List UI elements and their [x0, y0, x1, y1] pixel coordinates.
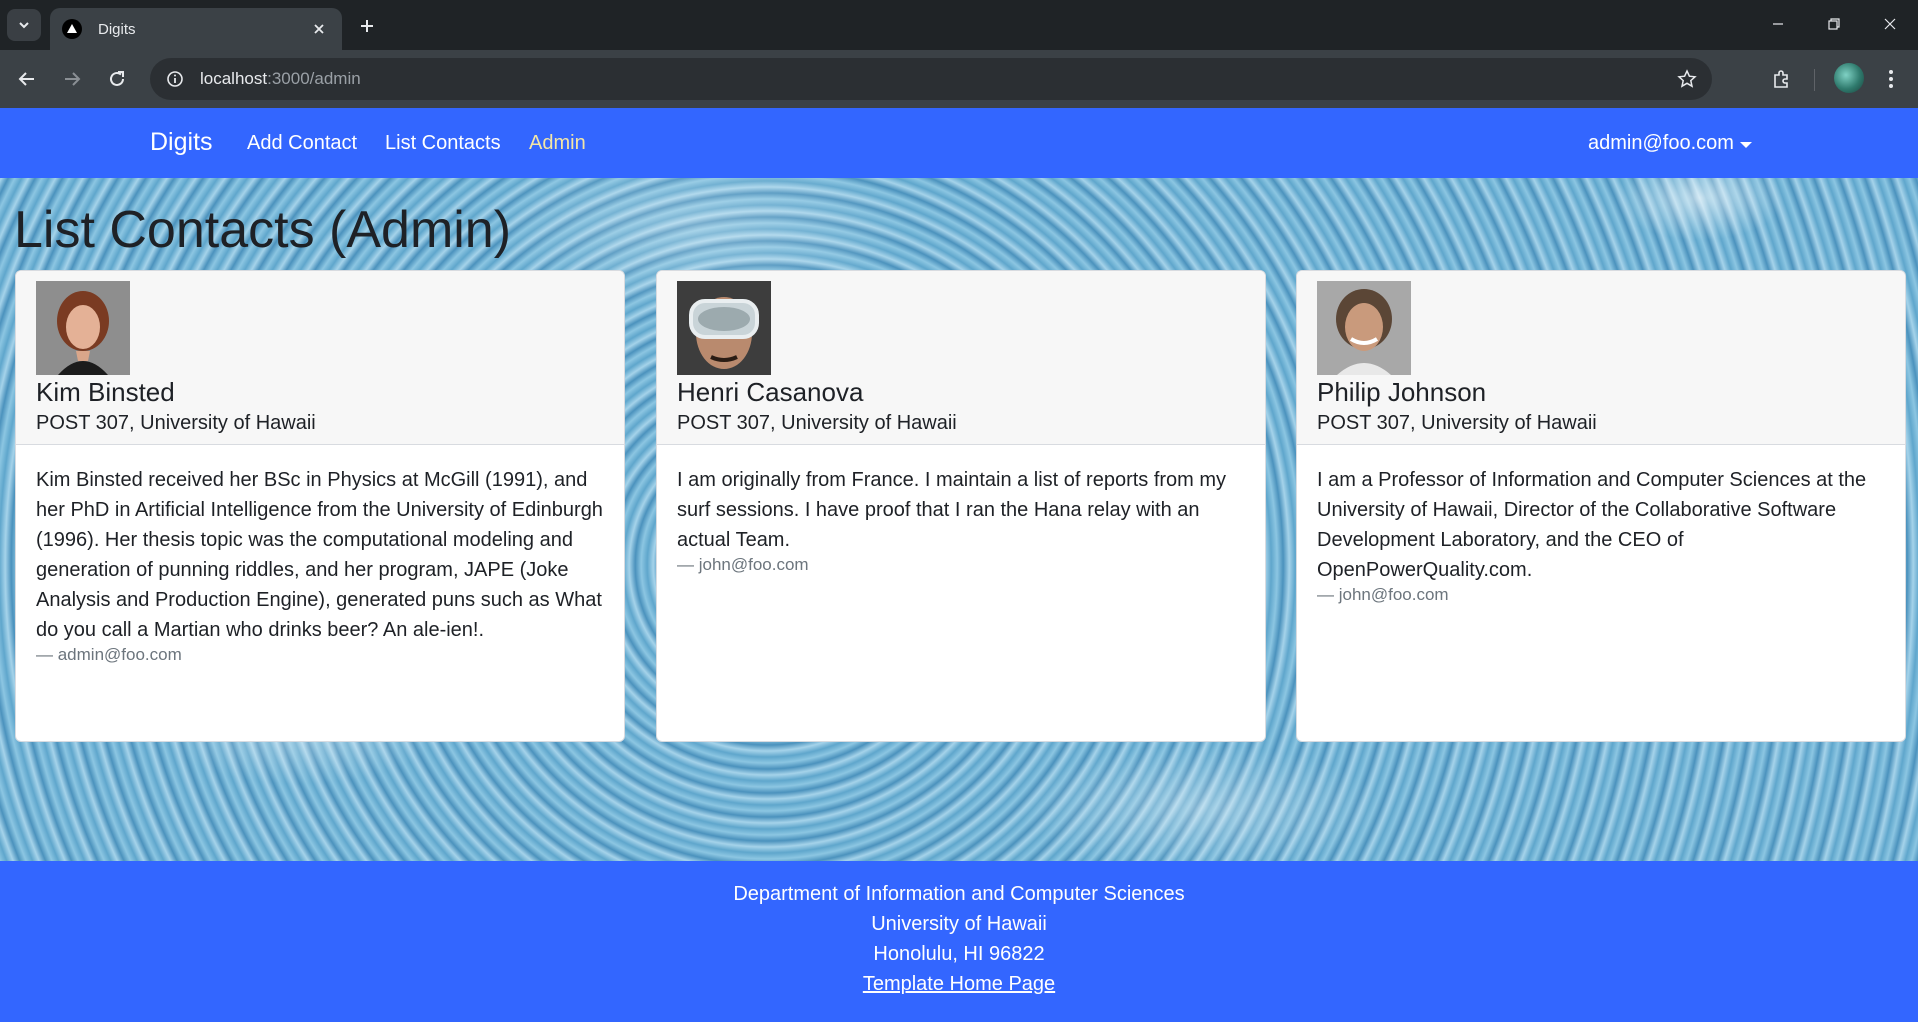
- toolbar-divider: [1814, 69, 1815, 91]
- address-bar[interactable]: localhost:3000/admin: [150, 58, 1712, 100]
- forward-arrow-icon[interactable]: [55, 62, 89, 96]
- url-path: :3000/admin: [267, 69, 361, 88]
- profile-avatar[interactable]: [1834, 63, 1864, 93]
- browser-tab[interactable]: Digits: [50, 8, 342, 50]
- triangle-logo-icon: [62, 19, 82, 39]
- footer-location: Honolulu, HI 96822: [873, 943, 1045, 965]
- brand-link[interactable]: Digits: [150, 128, 213, 157]
- contact-description: Kim Binsted received her BSc in Physics …: [36, 469, 603, 641]
- tab-search-button[interactable]: [7, 9, 41, 41]
- contact-card: Kim Binsted POST 307, University of Hawa…: [15, 270, 625, 742]
- page-viewport: Digits Add Contact List Contacts Admin a…: [0, 108, 1918, 1022]
- browser-toolbar: localhost:3000/admin: [0, 50, 1918, 108]
- contact-name: Henri Casanova: [677, 377, 864, 407]
- contact-address: POST 307, University of Hawaii: [677, 412, 957, 434]
- card-header: Henri Casanova POST 307, University of H…: [657, 271, 1265, 445]
- new-tab-icon[interactable]: [352, 11, 382, 41]
- site-info-icon[interactable]: [164, 68, 186, 90]
- browser-tab-bar: Digits: [0, 0, 1918, 50]
- nav-list-contacts[interactable]: List Contacts: [385, 132, 501, 155]
- contact-owner: — john@foo.com: [677, 555, 809, 574]
- card-body: I am originally from France. I maintain …: [657, 445, 1265, 575]
- page-footer: Department of Information and Computer S…: [0, 861, 1918, 1022]
- contact-address: POST 307, University of Hawaii: [1317, 412, 1597, 434]
- card-body: I am a Professor of Information and Comp…: [1297, 445, 1905, 605]
- contact-address: POST 307, University of Hawaii: [36, 412, 316, 434]
- user-email: admin@foo.com: [1588, 132, 1734, 154]
- card-header: Kim Binsted POST 307, University of Hawa…: [16, 271, 624, 445]
- more-menu-icon[interactable]: [1876, 62, 1906, 96]
- avatar: [1317, 281, 1411, 375]
- template-home-link[interactable]: Template Home Page: [863, 973, 1055, 995]
- tab-title: Digits: [98, 20, 136, 38]
- avatar: [677, 281, 771, 375]
- contact-name: Philip Johnson: [1317, 377, 1487, 407]
- restore-icon[interactable]: [1814, 8, 1854, 40]
- url-host: localhost: [200, 69, 268, 88]
- extensions-puzzle-icon[interactable]: [1764, 62, 1798, 96]
- contact-card: Henri Casanova POST 307, University of H…: [656, 270, 1266, 742]
- reload-icon[interactable]: [100, 62, 134, 96]
- contact-description: I am a Professor of Information and Comp…: [1317, 469, 1867, 581]
- contact-owner: — john@foo.com: [1317, 585, 1449, 604]
- nav-admin[interactable]: Admin: [529, 132, 586, 155]
- chevron-down-icon: [19, 22, 29, 29]
- contact-card: Philip Johnson POST 307, University of H…: [1296, 270, 1906, 742]
- back-arrow-icon[interactable]: [10, 62, 44, 96]
- close-window-icon[interactable]: [1870, 8, 1910, 40]
- card-body: Kim Binsted received her BSc in Physics …: [16, 445, 624, 665]
- contact-owner: — admin@foo.com: [36, 645, 182, 664]
- avatar: [36, 281, 130, 375]
- contact-description: I am originally from France. I maintain …: [677, 469, 1227, 551]
- footer-university: University of Hawaii: [871, 913, 1047, 935]
- close-tab-icon[interactable]: [308, 18, 330, 40]
- user-dropdown[interactable]: admin@foo.com: [1588, 132, 1752, 155]
- page-title: List Contacts (Admin): [14, 201, 512, 259]
- nav-add-contact[interactable]: Add Contact: [247, 132, 357, 155]
- card-header: Philip Johnson POST 307, University of H…: [1297, 271, 1905, 445]
- footer-department: Department of Information and Computer S…: [733, 883, 1185, 905]
- caret-down-icon: [1739, 141, 1752, 148]
- app-navbar: Digits Add Contact List Contacts Admin a…: [0, 108, 1918, 178]
- minimize-icon[interactable]: [1758, 8, 1798, 40]
- contact-name: Kim Binsted: [36, 377, 175, 407]
- bookmark-star-icon[interactable]: [1676, 68, 1698, 90]
